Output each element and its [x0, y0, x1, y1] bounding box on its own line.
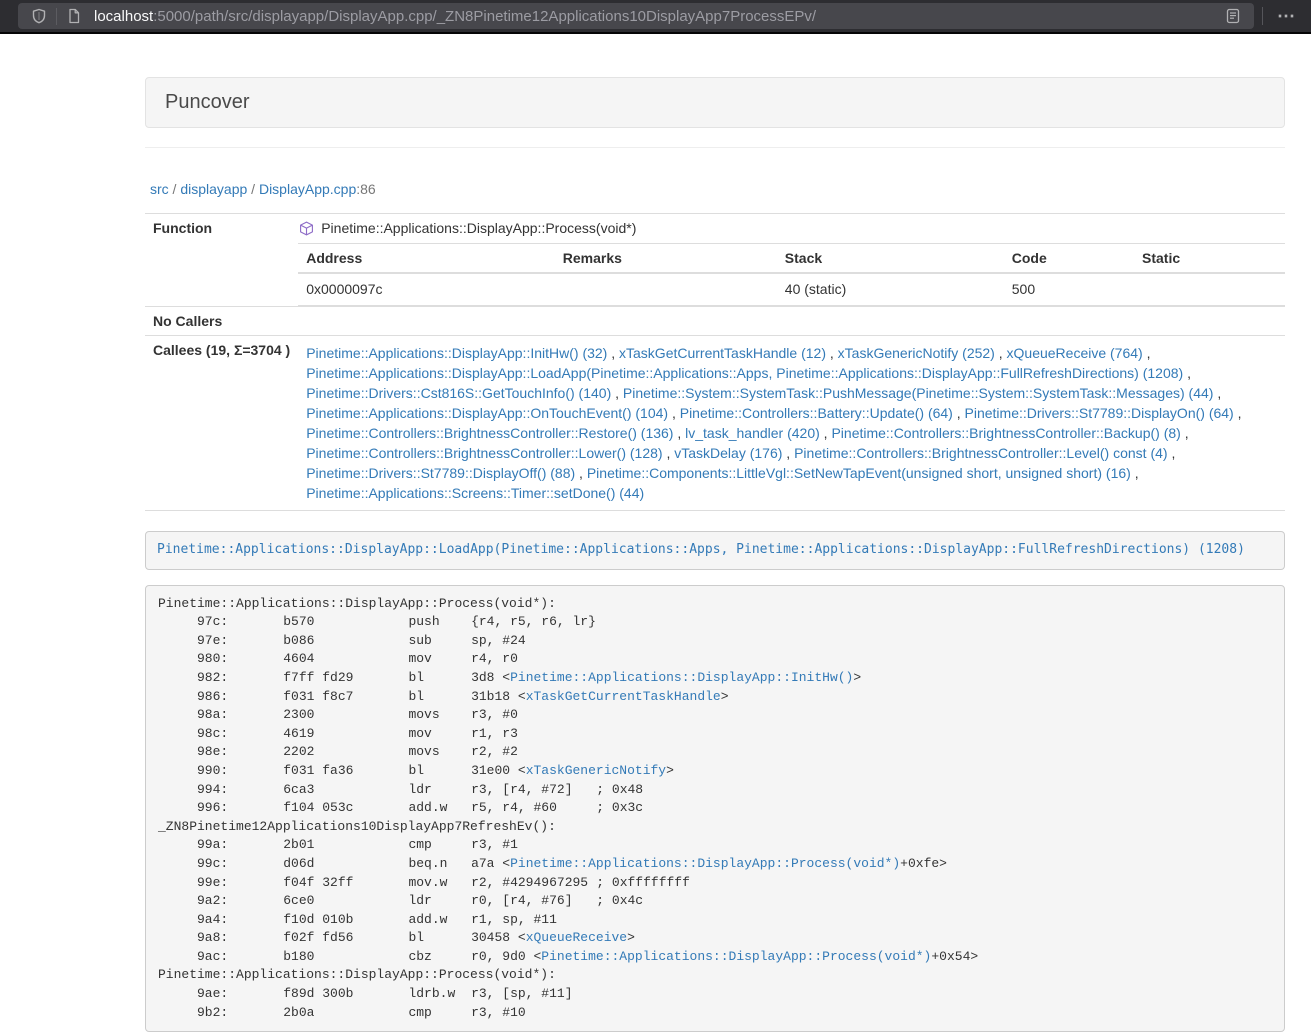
breadcrumb: src / displayapp / DisplayApp.cpp:86: [145, 166, 1285, 199]
breadcrumb-separator: /: [247, 181, 259, 197]
function-name-line: Pinetime::Applications::DisplayApp::Proc…: [298, 214, 1285, 241]
callee-separator: ,: [607, 345, 619, 361]
breadcrumb-line-number: :86: [356, 181, 375, 197]
callee-link[interactable]: lv_task_handler (420): [685, 425, 820, 441]
metrics-header-stack: Stack: [777, 244, 1004, 274]
metrics-value-stack: 40 (static): [777, 273, 1004, 306]
callers-cell: [298, 307, 1285, 336]
metrics-header-code: Code: [1004, 244, 1134, 274]
overflow-menu-button[interactable]: ⋯: [1271, 7, 1301, 25]
shield-icon[interactable]: [26, 8, 52, 24]
callee-separator: ,: [995, 345, 1007, 361]
function-row-label: Function: [145, 214, 298, 307]
callee-link[interactable]: Pinetime::Controllers::BrightnessControl…: [794, 445, 1167, 461]
urlbar-divider: [56, 8, 57, 25]
metrics-header-row: Address Remarks Stack Code Static: [298, 244, 1285, 274]
selected-callee-link[interactable]: Pinetime::Applications::DisplayApp::Load…: [157, 542, 1245, 557]
metrics-header-static: Static: [1134, 244, 1285, 274]
disassembly-block: Pinetime::Applications::DisplayApp::Proc…: [145, 585, 1285, 1032]
metrics-value-static: [1134, 273, 1285, 306]
callee-separator: ,: [673, 425, 685, 441]
callee-separator: ,: [1234, 405, 1242, 421]
metrics-value-address: 0x0000097c: [298, 273, 555, 306]
selected-callee-box: Pinetime::Applications::DisplayApp::Load…: [145, 531, 1285, 570]
callee-link[interactable]: xTaskGetCurrentTaskHandle (12): [619, 345, 826, 361]
callee-link[interactable]: xQueueReceive (764): [1007, 345, 1143, 361]
code-symbol-link[interactable]: Pinetime::Applications::DisplayApp::Init…: [510, 670, 853, 685]
callee-separator: ,: [1131, 465, 1139, 481]
callee-link[interactable]: Pinetime::Applications::DisplayApp::Init…: [306, 345, 607, 361]
callee-link[interactable]: Pinetime::Drivers::St7789::DisplayOn() (…: [965, 405, 1234, 421]
callee-separator: ,: [668, 405, 680, 421]
url-bar[interactable]: localhost:5000/path/src/displayapp/Displ…: [18, 3, 1254, 29]
no-callers-row: No Callers: [145, 307, 1285, 336]
page-content: Puncover src / displayapp / DisplayApp.c…: [145, 34, 1285, 1032]
callee-separator: ,: [1143, 345, 1151, 361]
code-listing: Pinetime::Applications::DisplayApp::Proc…: [158, 596, 978, 1020]
callee-link[interactable]: vTaskDelay (176): [674, 445, 782, 461]
cube-icon: [299, 221, 314, 236]
callee-link[interactable]: Pinetime::Drivers::Cst816S::GetTouchInfo…: [306, 385, 611, 401]
callee-separator: ,: [575, 465, 587, 481]
callee-separator: ,: [1168, 445, 1176, 461]
browser-toolbar: localhost:5000/path/src/displayapp/Displ…: [0, 0, 1311, 34]
callee-separator: ,: [953, 405, 965, 421]
code-symbol-link[interactable]: Pinetime::Applications::DisplayApp::Proc…: [541, 949, 931, 964]
metrics-value-code: 500: [1004, 273, 1134, 306]
metrics-value-row: 0x0000097c 40 (static) 500: [298, 273, 1285, 306]
callee-link[interactable]: Pinetime::System::SystemTask::PushMessag…: [623, 385, 1214, 401]
callees-row: Callees (19, Σ=3704 ) Pinetime::Applicat…: [145, 336, 1285, 511]
callee-separator: ,: [1183, 365, 1191, 381]
callee-link[interactable]: Pinetime::Applications::DisplayApp::Load…: [306, 365, 1183, 381]
callee-separator: ,: [782, 445, 794, 461]
code-symbol-link[interactable]: xQueueReceive: [526, 930, 627, 945]
metrics-value-remarks: [555, 273, 777, 306]
function-name: Pinetime::Applications::DisplayApp::Proc…: [321, 220, 636, 236]
url-host: localhost: [94, 8, 153, 25]
url-path: :5000/path/src/displayapp/DisplayApp.cpp…: [153, 8, 816, 25]
function-cell: Pinetime::Applications::DisplayApp::Proc…: [298, 214, 1285, 307]
page-info-icon[interactable]: [61, 8, 87, 24]
callee-separator: ,: [611, 385, 623, 401]
callee-link[interactable]: Pinetime::Controllers::BrightnessControl…: [306, 445, 662, 461]
code-symbol-link[interactable]: xTaskGetCurrentTaskHandle: [526, 689, 721, 704]
callee-separator: ,: [1181, 425, 1189, 441]
callee-link[interactable]: Pinetime::Controllers::Battery::Update()…: [680, 405, 953, 421]
callee-link[interactable]: Pinetime::Applications::Screens::Timer::…: [306, 485, 644, 501]
app-header-panel: Puncover: [145, 77, 1285, 128]
page-title: Puncover: [165, 91, 1265, 114]
function-table: Function Pinetime::Applications::Display…: [145, 213, 1285, 511]
metrics-header-remarks: Remarks: [555, 244, 777, 274]
metrics-table: Address Remarks Stack Code Static 0x0000…: [298, 243, 1285, 306]
reader-view-icon[interactable]: [1220, 8, 1246, 24]
callee-separator: ,: [663, 445, 675, 461]
url-text: localhost:5000/path/src/displayapp/Displ…: [94, 8, 1220, 25]
breadcrumb-separator: /: [169, 181, 181, 197]
callee-link[interactable]: Pinetime::Controllers::BrightnessControl…: [831, 425, 1180, 441]
no-callers-label: No Callers: [145, 307, 298, 336]
callee-link[interactable]: Pinetime::Applications::DisplayApp::OnTo…: [306, 405, 668, 421]
callees-label: Callees (19, Σ=3704 ): [145, 336, 298, 511]
code-symbol-link[interactable]: Pinetime::Applications::DisplayApp::Proc…: [510, 856, 900, 871]
callee-link[interactable]: xTaskGenericNotify (252): [838, 345, 995, 361]
code-symbol-link[interactable]: xTaskGenericNotify: [526, 763, 666, 778]
callee-link[interactable]: Pinetime::Controllers::BrightnessControl…: [306, 425, 673, 441]
callee-link[interactable]: Pinetime::Components::LittleVgl::SetNewT…: [587, 465, 1131, 481]
callee-separator: ,: [820, 425, 832, 441]
callee-separator: ,: [826, 345, 838, 361]
breadcrumb-link[interactable]: src: [150, 181, 169, 197]
metrics-header-address: Address: [298, 244, 555, 274]
toolbar-divider: [1262, 7, 1263, 25]
breadcrumb-link[interactable]: DisplayApp.cpp: [259, 181, 356, 197]
breadcrumb-link[interactable]: displayapp: [180, 181, 247, 197]
callees-list: Pinetime::Applications::DisplayApp::Init…: [298, 336, 1285, 511]
callee-separator: ,: [1213, 385, 1221, 401]
function-row: Function Pinetime::Applications::Display…: [145, 214, 1285, 307]
divider: [145, 147, 1285, 148]
callee-link[interactable]: Pinetime::Drivers::St7789::DisplayOff() …: [306, 465, 575, 481]
